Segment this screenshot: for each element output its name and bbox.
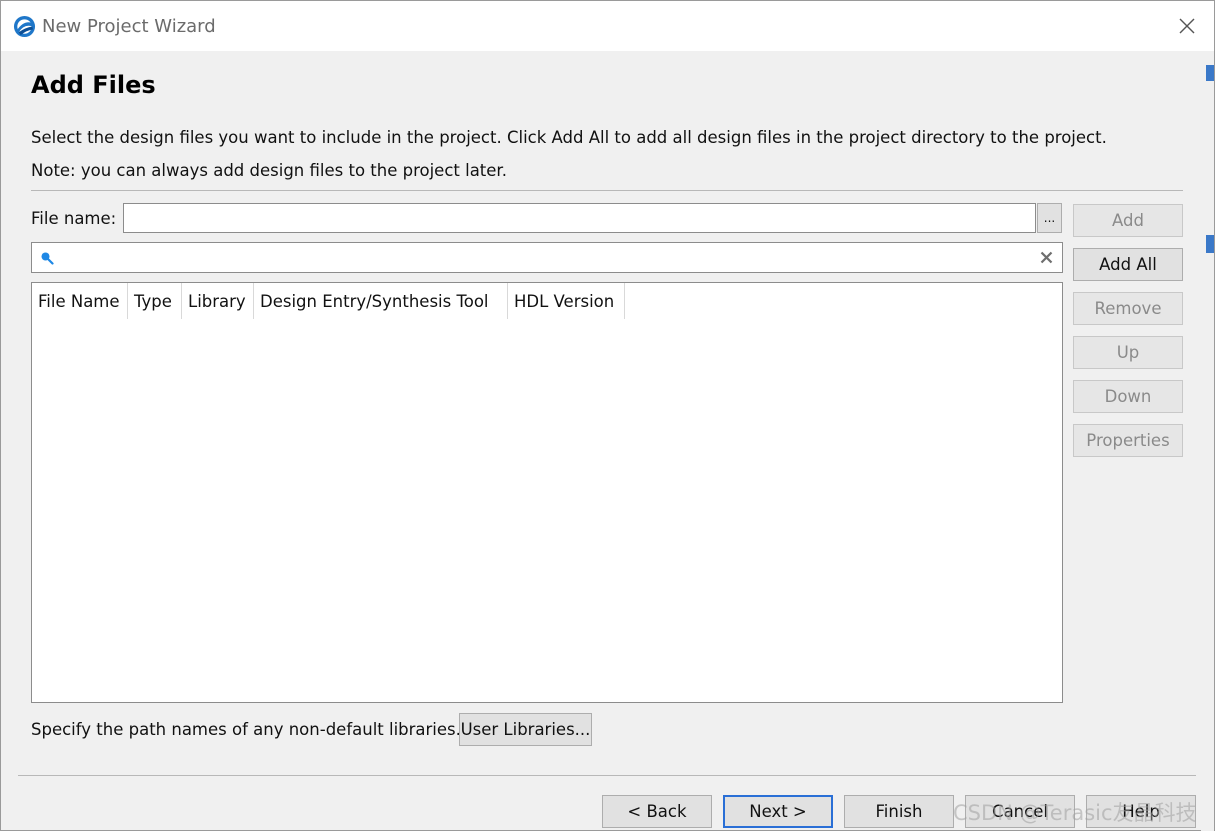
search-icon (41, 252, 54, 265)
remove-button[interactable]: Remove (1073, 292, 1183, 325)
table-header: File Name Type Library Design Entry/Synt… (32, 283, 625, 319)
column-header-file-name[interactable]: File Name (32, 283, 128, 319)
properties-button[interactable]: Properties (1073, 424, 1183, 457)
browse-button[interactable]: ... (1037, 203, 1062, 233)
add-button[interactable]: Add (1073, 204, 1183, 237)
down-button[interactable]: Down (1073, 380, 1183, 413)
add-all-button[interactable]: Add All (1073, 248, 1183, 281)
scroll-marker (1206, 235, 1214, 253)
footer-divider (18, 775, 1196, 776)
page-note: Note: you can always add design files to… (31, 161, 507, 180)
close-icon[interactable] (1176, 15, 1198, 37)
column-header-type[interactable]: Type (128, 283, 182, 319)
column-header-library[interactable]: Library (182, 283, 254, 319)
column-header-hdl-version[interactable]: HDL Version (508, 283, 625, 319)
finish-button[interactable]: Finish (844, 795, 954, 828)
window-title: New Project Wizard (42, 16, 216, 37)
next-button[interactable]: Next > (723, 795, 833, 828)
files-table[interactable]: File Name Type Library Design Entry/Synt… (31, 282, 1063, 703)
up-button[interactable]: Up (1073, 336, 1183, 369)
libraries-description: Specify the path names of any non-defaul… (31, 720, 461, 739)
title-bar: New Project Wizard (1, 1, 1214, 51)
clear-icon[interactable] (1039, 250, 1054, 265)
column-header-design-entry-tool[interactable]: Design Entry/Synthesis Tool (254, 283, 508, 319)
page-title: Add Files (31, 71, 156, 99)
page-description: Select the design files you want to incl… (31, 128, 1107, 147)
user-libraries-button[interactable]: User Libraries... (459, 713, 592, 746)
file-name-input[interactable] (123, 203, 1036, 233)
window-edge-scrollbar (1201, 51, 1214, 831)
file-name-label: File name: (31, 209, 117, 228)
scroll-marker (1206, 65, 1214, 81)
new-project-wizard-window: New Project Wizard Add Files Select the … (0, 0, 1215, 831)
header-divider (31, 190, 1183, 191)
quartus-globe-icon (13, 15, 36, 38)
search-input[interactable] (31, 242, 1063, 273)
help-button[interactable]: Help (1086, 795, 1196, 828)
cancel-button[interactable]: Cancel (965, 795, 1075, 828)
back-button[interactable]: < Back (602, 795, 712, 828)
